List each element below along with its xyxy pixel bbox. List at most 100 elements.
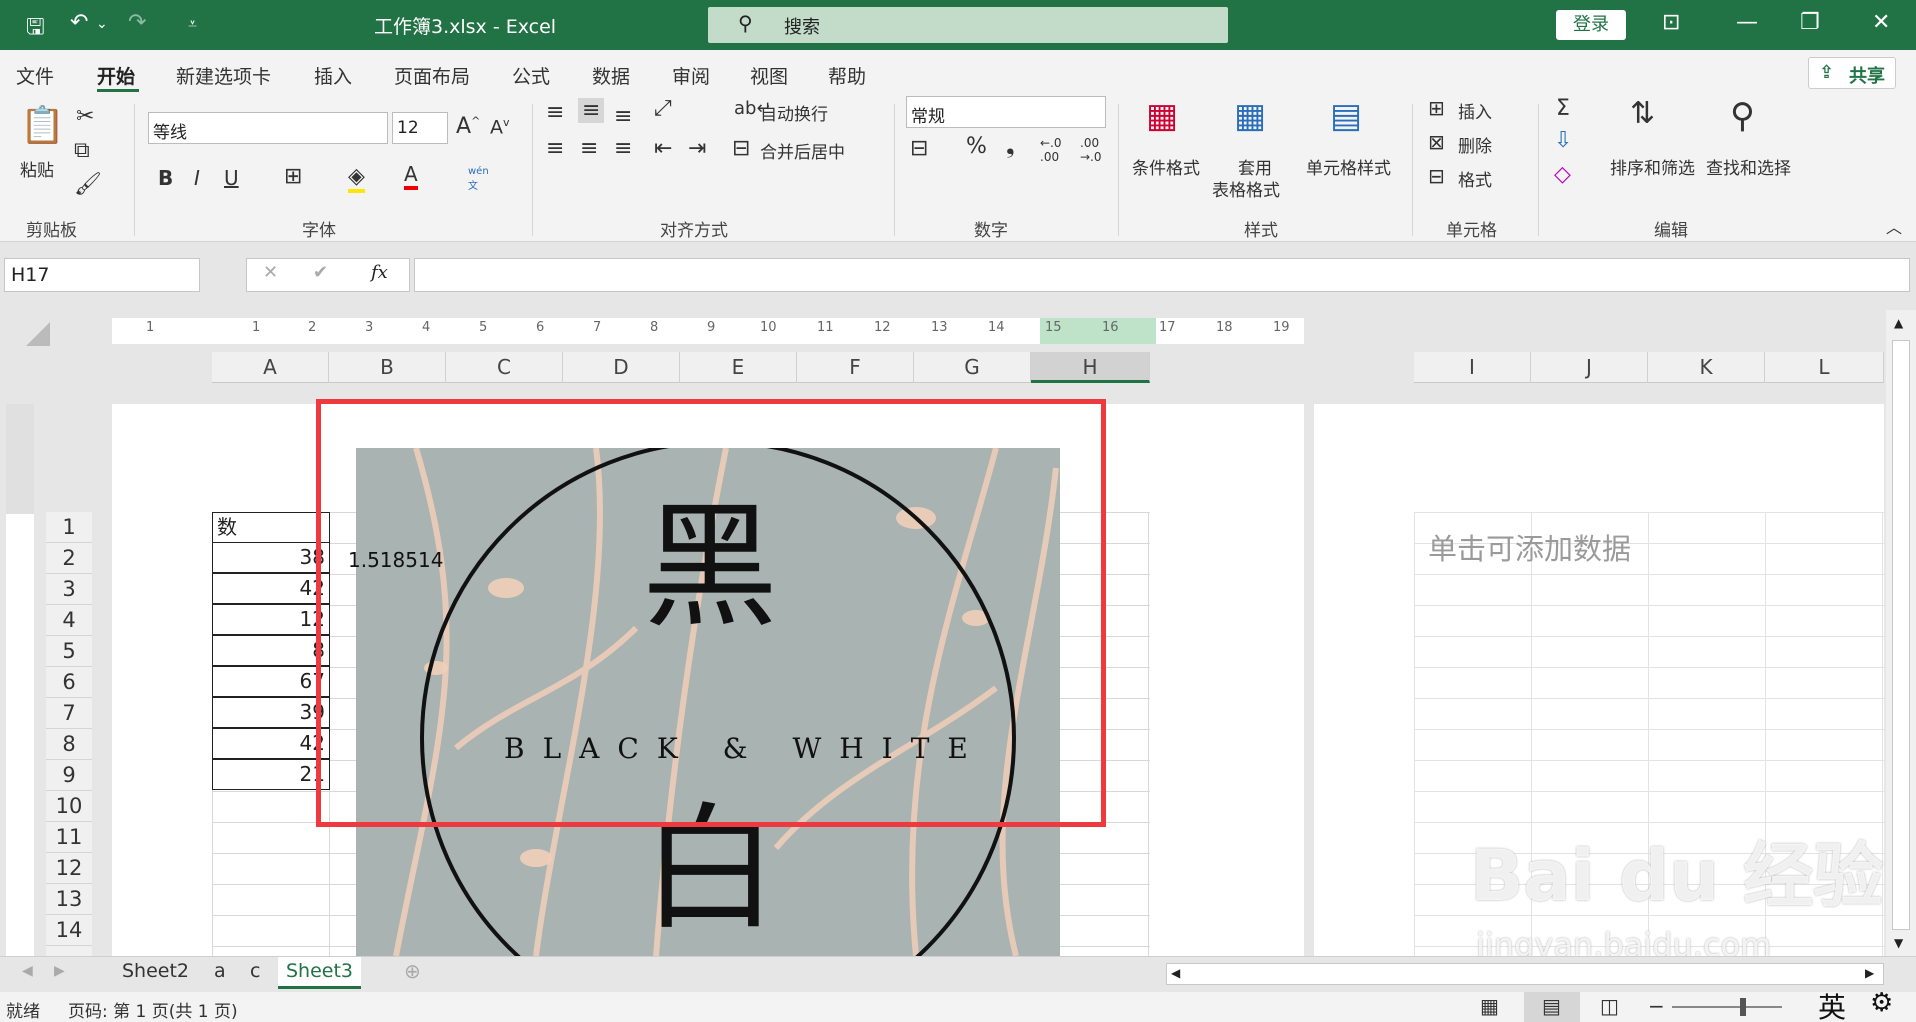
format-table-icon[interactable]: ▦ xyxy=(1234,96,1266,136)
undo-dropdown-icon[interactable]: ⌄ xyxy=(96,16,108,32)
share-button[interactable]: ⇪ 共享 xyxy=(1808,57,1896,89)
scroll-left-icon[interactable]: ◀ xyxy=(1171,966,1180,980)
shrink-font-icon[interactable]: Av xyxy=(490,116,510,138)
align-left-icon[interactable]: ≡ xyxy=(546,136,564,161)
zoom-slider-thumb[interactable] xyxy=(1740,998,1746,1016)
redo-icon[interactable]: ↷ xyxy=(128,10,146,35)
select-all-corner[interactable] xyxy=(26,322,50,346)
customize-toolbar-icon[interactable]: ⩡ xyxy=(188,14,197,34)
grow-font-icon[interactable]: A^ xyxy=(456,114,480,139)
format-painter-icon[interactable]: 🖌 xyxy=(74,172,102,197)
row-header[interactable]: 9 xyxy=(46,760,92,791)
delete-cells-button[interactable]: 删除 xyxy=(1458,132,1492,157)
comma-icon[interactable]: ❟ xyxy=(1006,134,1015,159)
delete-cells-icon[interactable]: ⊠ xyxy=(1428,130,1445,154)
row-header[interactable]: 5 xyxy=(46,636,92,667)
merge-center-button[interactable]: 合并后居中 xyxy=(760,138,845,163)
save-icon[interactable]: 🖫 xyxy=(26,10,45,48)
tab-new[interactable]: 新建选项卡 xyxy=(176,62,271,89)
scroll-right-icon[interactable]: ▶ xyxy=(1865,966,1874,980)
paste-label[interactable]: 粘贴 xyxy=(20,156,54,181)
vertical-scrollbar[interactable]: ▲ ▼ xyxy=(1886,310,1916,956)
search-box[interactable]: ⚲ 搜索 xyxy=(708,7,1228,43)
sheet-tab-sheet3[interactable]: Sheet3 xyxy=(278,957,362,989)
zoom-slider[interactable] xyxy=(1672,1006,1782,1008)
sheet-tab-sheet2[interactable]: Sheet2 xyxy=(114,957,197,989)
increase-decimal-icon[interactable]: ←.0.00 xyxy=(1040,136,1062,164)
wrap-text-button[interactable]: 自动换行 xyxy=(760,100,828,125)
column-header-g[interactable]: G xyxy=(914,352,1031,383)
column-header-i[interactable]: I xyxy=(1414,352,1531,383)
zoom-out-icon[interactable]: − xyxy=(1648,994,1665,1018)
column-header-b[interactable]: B xyxy=(329,352,446,383)
undo-icon[interactable]: ↶ xyxy=(70,10,88,35)
column-header-k[interactable]: K xyxy=(1648,352,1765,383)
align-bottom-icon[interactable]: ≡ xyxy=(614,104,632,129)
cell-a1[interactable]: 数 xyxy=(212,512,330,543)
column-header-j[interactable]: J xyxy=(1531,352,1648,383)
row-header[interactable]: 13 xyxy=(46,884,92,915)
tab-page-layout[interactable]: 页面布局 xyxy=(394,62,470,89)
cell-a5[interactable]: 8 xyxy=(212,635,330,666)
cell-styles-icon[interactable]: ▤ xyxy=(1330,96,1362,136)
font-color-icon[interactable]: A xyxy=(404,162,418,190)
row-header[interactable]: 14 xyxy=(46,915,92,946)
border-icon[interactable]: ⊞ xyxy=(284,164,302,189)
column-header-l[interactable]: L xyxy=(1765,352,1884,383)
row-header[interactable]: 7 xyxy=(46,698,92,729)
login-button[interactable]: 登录 xyxy=(1556,10,1626,40)
cell-grid-page2[interactable] xyxy=(1414,512,1884,956)
scroll-thumb[interactable] xyxy=(1892,340,1910,930)
insert-cells-icon[interactable]: ⊞ xyxy=(1428,96,1445,120)
settings-gear-icon[interactable]: ⚙ xyxy=(1870,988,1893,1018)
enter-icon[interactable]: ✔ xyxy=(313,262,328,283)
row-header[interactable]: 12 xyxy=(46,853,92,884)
sort-filter-icon[interactable]: ⇅ xyxy=(1630,96,1655,131)
clear-icon[interactable]: ◇ xyxy=(1554,162,1571,187)
ime-indicator[interactable]: 英 xyxy=(1818,986,1846,1022)
tab-file[interactable]: 文件 xyxy=(16,62,54,89)
formula-input[interactable] xyxy=(414,258,1910,292)
column-header-e[interactable]: E xyxy=(680,352,797,383)
horizontal-scrollbar[interactable]: ◀ ▶ xyxy=(1166,963,1884,985)
find-select-button[interactable]: 查找和选择 xyxy=(1706,154,1791,179)
cell-a6[interactable]: 67 xyxy=(212,666,330,697)
fill-color-icon[interactable]: ◈ xyxy=(348,164,365,193)
ribbon-display-icon[interactable]: ⊡ xyxy=(1662,10,1680,35)
tab-view[interactable]: 视图 xyxy=(750,62,788,89)
row-header[interactable]: 1 xyxy=(46,512,92,543)
tab-data[interactable]: 数据 xyxy=(592,62,630,89)
collapse-ribbon-icon[interactable]: ︿ xyxy=(1886,214,1902,238)
font-size-select[interactable]: 12 xyxy=(392,112,448,144)
column-header-d[interactable]: D xyxy=(563,352,680,383)
align-middle-icon[interactable]: ≡ xyxy=(578,98,605,123)
conditional-format-button[interactable]: 条件格式 xyxy=(1132,154,1200,179)
currency-icon[interactable]: ⊟ xyxy=(910,136,928,161)
normal-view-icon[interactable]: ▦ xyxy=(1480,994,1499,1018)
cell-a9[interactable]: 21 xyxy=(212,759,330,790)
add-data-placeholder[interactable]: 单击可添加数据 xyxy=(1428,526,1631,568)
format-cells-button[interactable]: 格式 xyxy=(1458,166,1492,191)
new-sheet-icon[interactable]: ⊕ xyxy=(404,959,421,983)
phonetic-icon[interactable]: wén 文 xyxy=(468,166,489,192)
row-header[interactable]: 11 xyxy=(46,822,92,853)
cell-a2[interactable]: 38 xyxy=(212,542,330,573)
column-header-a[interactable]: A xyxy=(212,352,329,383)
copy-icon[interactable]: ⧉ xyxy=(74,138,90,163)
format-cells-icon[interactable]: ⊟ xyxy=(1428,164,1445,188)
percent-icon[interactable]: % xyxy=(966,134,987,159)
cell-styles-button[interactable]: 单元格样式 xyxy=(1306,154,1391,179)
sort-filter-button[interactable]: 排序和筛选 xyxy=(1610,154,1695,179)
cut-icon[interactable]: ✂ xyxy=(76,104,94,129)
minimize-icon[interactable]: — xyxy=(1736,10,1758,35)
restore-icon[interactable]: ❐ xyxy=(1800,10,1820,35)
column-header-c[interactable]: C xyxy=(446,352,563,383)
row-header[interactable]: 8 xyxy=(46,729,92,760)
tab-review[interactable]: 审阅 xyxy=(672,62,710,89)
tab-insert[interactable]: 插入 xyxy=(314,62,352,89)
page-break-view-icon[interactable]: ◫ xyxy=(1600,994,1619,1018)
close-icon[interactable]: ✕ xyxy=(1872,10,1890,35)
align-top-icon[interactable]: ≡ xyxy=(546,100,564,125)
paste-icon[interactable]: 📋 xyxy=(20,104,65,146)
scroll-down-icon[interactable]: ▼ xyxy=(1894,936,1903,950)
